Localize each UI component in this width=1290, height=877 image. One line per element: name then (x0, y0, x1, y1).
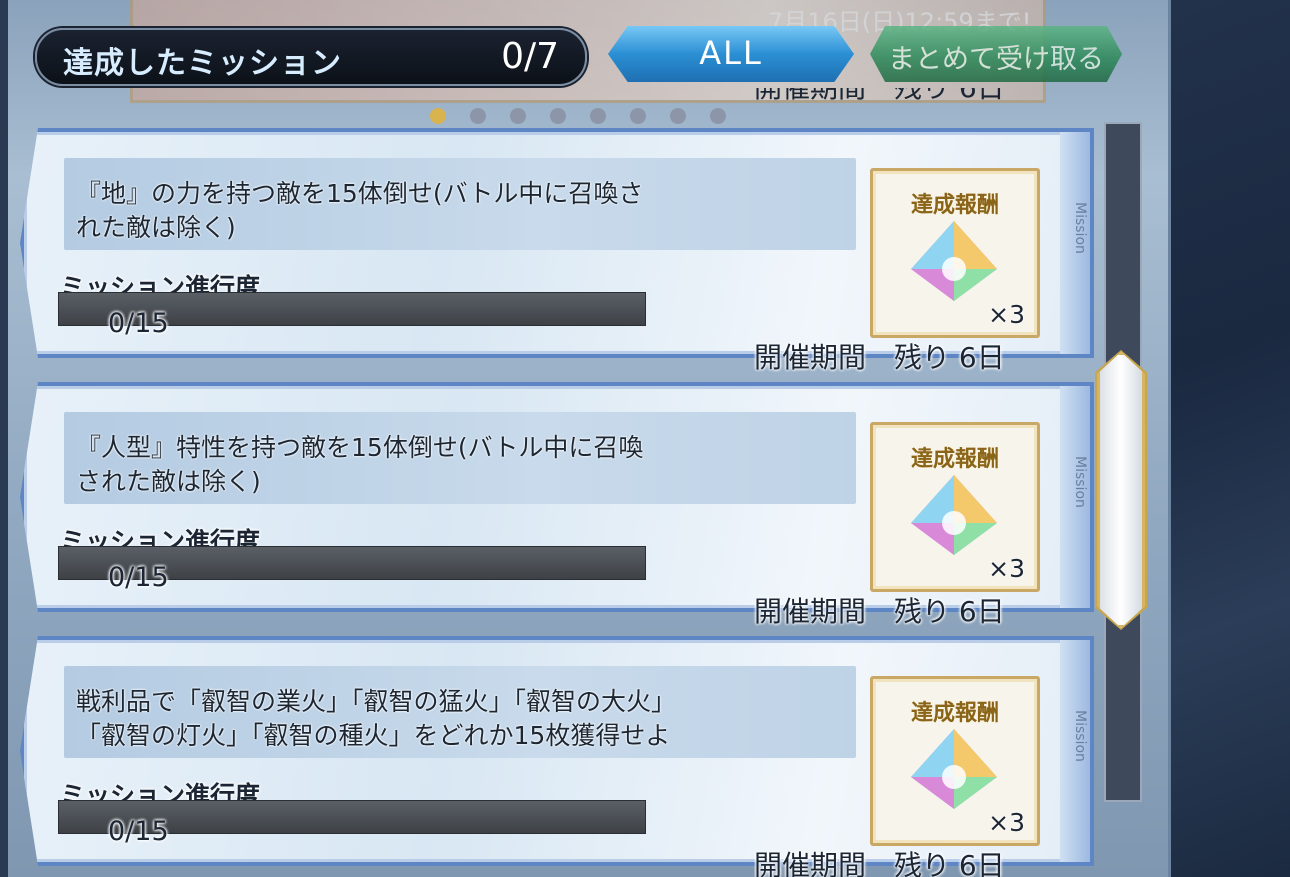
pager-dot[interactable] (670, 108, 686, 124)
saint-quartz-icon (911, 729, 997, 809)
counter-value: 0/7 (501, 36, 559, 77)
background-scene (1170, 0, 1290, 877)
pager-dot[interactable] (590, 108, 606, 124)
reward-title: 達成報酬 (910, 193, 999, 218)
card-side-label: Mission (1072, 456, 1088, 508)
mission-description: 『地』の力を持つ敵を15体倒せ(バトル中に召喚さ れた敵は除く) (64, 158, 856, 250)
pager-dot[interactable] (630, 108, 646, 124)
mission-card[interactable]: Mission 『地』の力を持つ敵を15体倒せ(バトル中に召喚さ れた敵は除く)… (20, 128, 1094, 358)
mission-card[interactable]: Mission 『人型』特性を持つ敵を15体倒せ(バトル中に召喚 された敵は除く… (20, 382, 1094, 612)
mission-description-line: 『地』の力を持つ敵を15体倒せ(バトル中に召喚さ (76, 179, 644, 208)
mission-period: 開催期間 残り 6日 (754, 849, 1005, 877)
counter-label: 達成したミッション (63, 46, 342, 81)
pager-dot[interactable] (510, 108, 526, 124)
mission-period: 開催期間 残り 6日 (754, 595, 1005, 628)
progress-value: 0/15 (108, 816, 169, 847)
mission-description-line: された敵は除く) (76, 467, 261, 496)
mission-description: 『人型』特性を持つ敵を15体倒せ(バトル中に召喚 された敵は除く) (64, 412, 856, 504)
reward-box[interactable]: 達成報酬 ×3 (870, 168, 1040, 338)
pager-dot[interactable] (710, 108, 726, 124)
mission-description-line: れた敵は除く) (76, 213, 236, 242)
receive-all-button[interactable]: まとめて受け取る (870, 26, 1122, 82)
reward-box[interactable]: 達成報酬 ×3 (870, 422, 1040, 592)
reward-title: 達成報酬 (910, 701, 999, 726)
mission-period: 開催期間 残り 6日 (754, 341, 1005, 374)
mission-description-line: 『人型』特性を持つ敵を15体倒せ(バトル中に召喚 (76, 433, 644, 462)
progress-value: 0/15 (108, 562, 169, 593)
reward-box[interactable]: 達成報酬 ×3 (870, 676, 1040, 846)
card-side-label: Mission (1072, 710, 1088, 762)
mission-description-line: 戦利品で「叡智の業火」「叡智の猛火」「叡智の大火」 (76, 687, 677, 716)
pager-dot[interactable] (550, 108, 566, 124)
saint-quartz-icon (911, 221, 997, 301)
card-side-tab: Mission (1060, 132, 1090, 354)
card-side-label: Mission (1072, 202, 1088, 254)
mission-description-line: 「叡智の灯火」「叡智の種火」をどれか15枚獲得せよ (76, 721, 671, 750)
reward-quantity: ×3 (988, 808, 1025, 837)
previous-card-period: 開催期間 残り 6日 (754, 88, 1005, 116)
pager-dot[interactable] (430, 108, 446, 124)
progress-value: 0/15 (108, 308, 169, 339)
saint-quartz-icon (911, 475, 997, 555)
banner-pager (430, 108, 726, 124)
reward-quantity: ×3 (988, 300, 1025, 329)
reward-quantity: ×3 (988, 554, 1025, 583)
mission-card[interactable]: Mission 戦利品で「叡智の業火」「叡智の猛火」「叡智の大火」 「叡智の灯火… (20, 636, 1094, 866)
reward-title: 達成報酬 (910, 447, 999, 472)
filter-all-label: ALL (699, 34, 763, 72)
achieved-missions-counter: 達成したミッション 0/7 (35, 28, 587, 86)
receive-all-label: まとめて受け取る (888, 44, 1104, 75)
filter-all-button[interactable]: ALL (608, 26, 854, 82)
mission-description: 戦利品で「叡智の業火」「叡智の猛火」「叡智の大火」 「叡智の灯火」「叡智の種火」… (64, 666, 856, 758)
card-side-tab: Mission (1060, 640, 1090, 862)
card-side-tab: Mission (1060, 386, 1090, 608)
pager-dot[interactable] (470, 108, 486, 124)
scrollbar-thumb[interactable] (1097, 352, 1145, 628)
